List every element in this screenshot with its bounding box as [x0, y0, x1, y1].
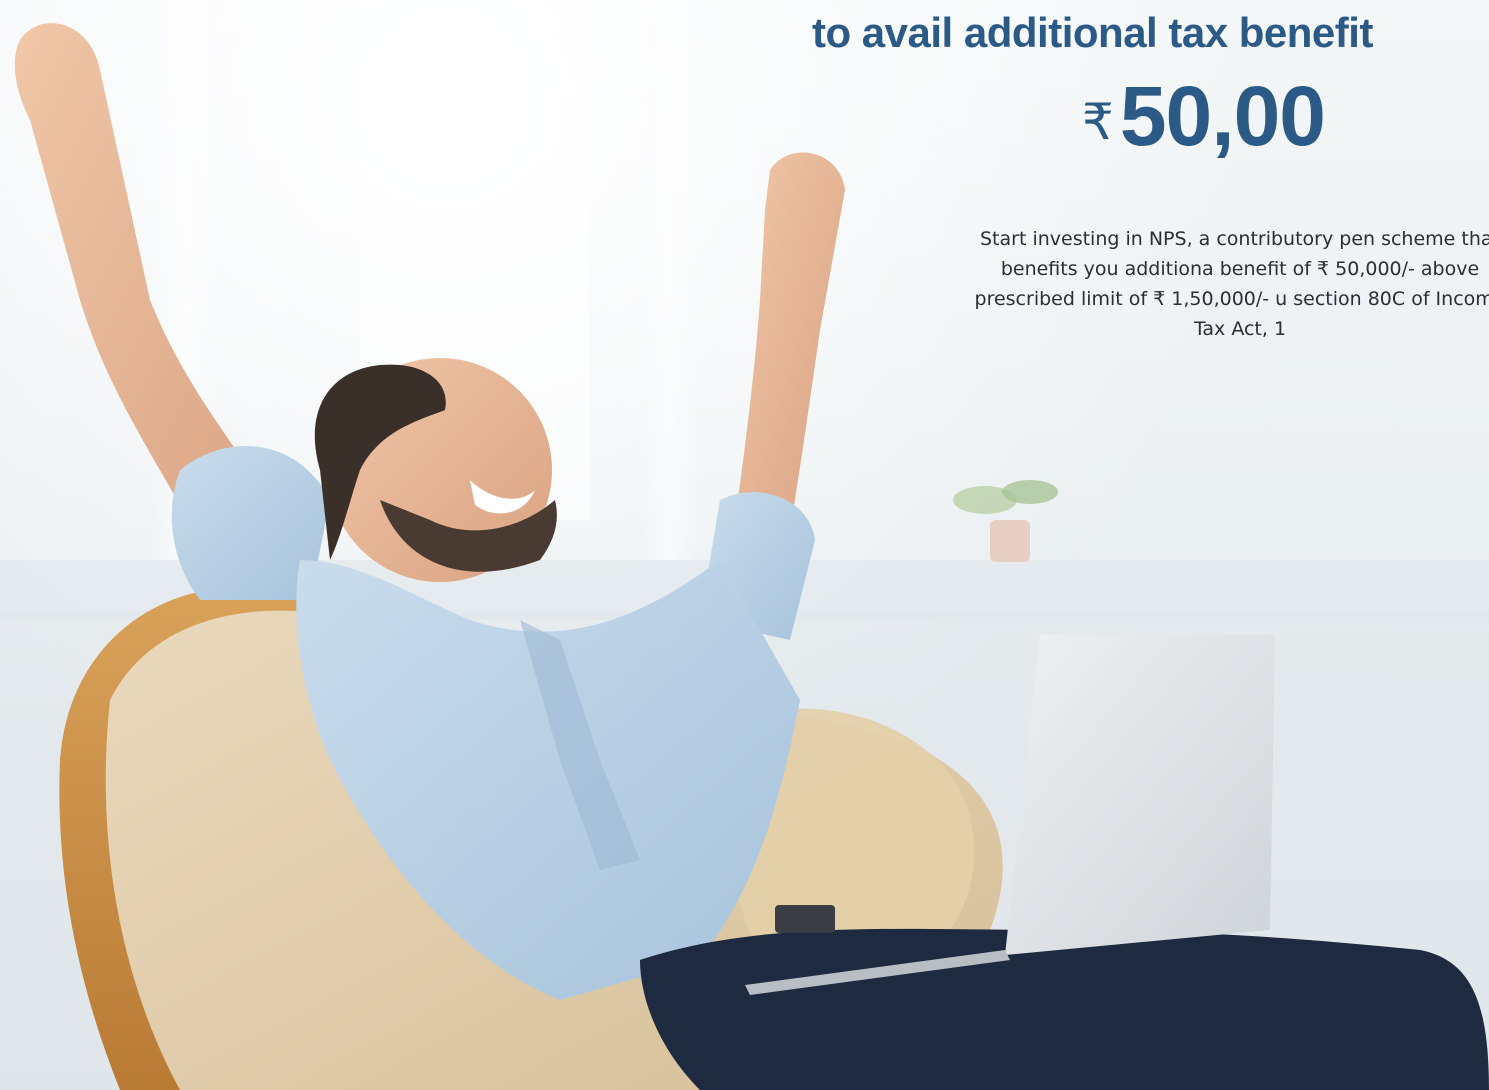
nps-tax-benefit-banner: to avail additional tax benefit ₹50,00 S… — [0, 0, 1489, 1090]
amount-figure: 50,00 — [1119, 69, 1326, 163]
description-text: Start investing in NPS, a contributory p… — [974, 228, 1489, 340]
rupee-symbol: ₹ — [1082, 94, 1114, 150]
benefit-amount: ₹50,00 — [1082, 64, 1326, 193]
headline: to avail additional tax benefit — [812, 9, 1373, 56]
